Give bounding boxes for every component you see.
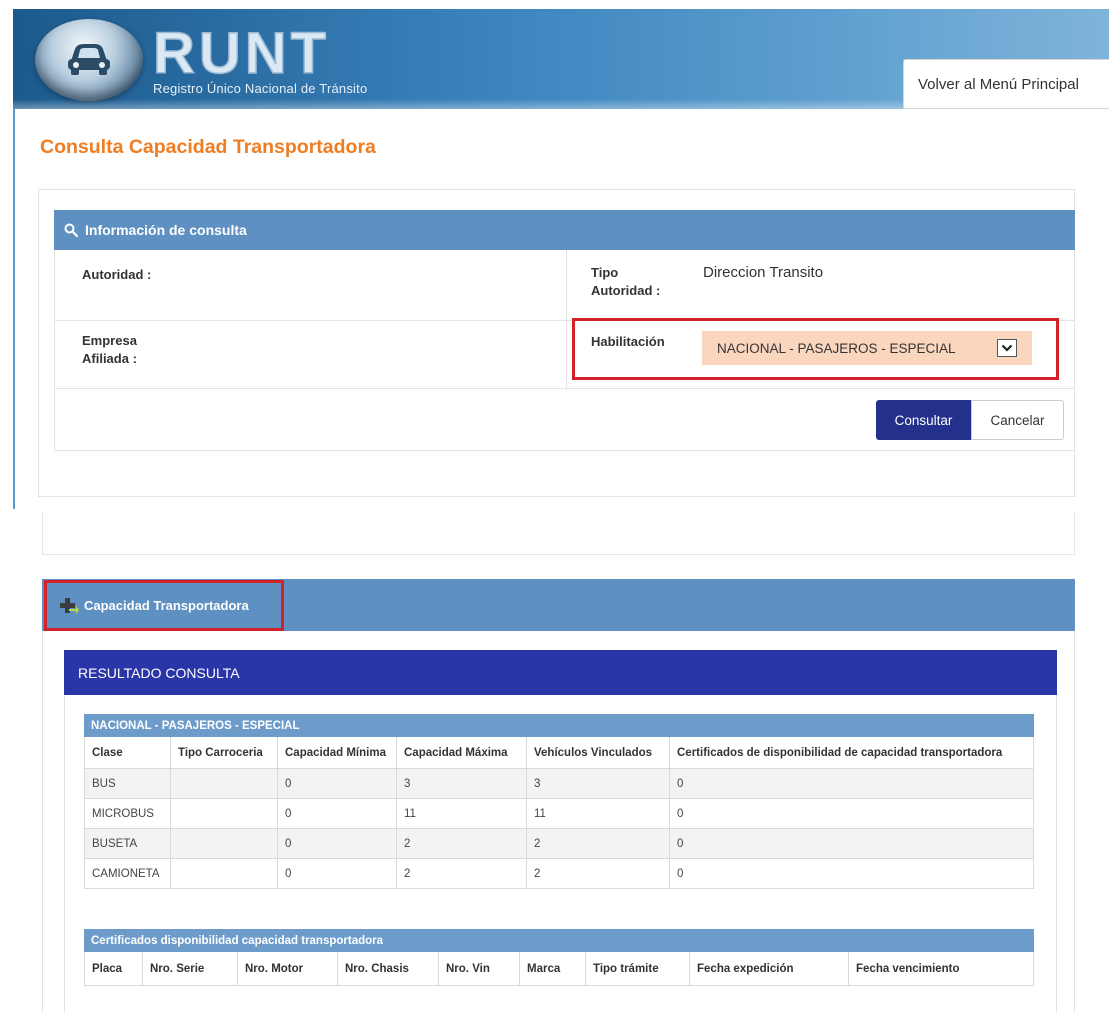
column-header: Tipo trámite (585, 951, 690, 986)
column-header: Vehículos Vinculados (526, 736, 670, 769)
runt-logo-emblem (35, 19, 143, 101)
back-to-main-menu-link[interactable]: Volver al Menú Principal (903, 59, 1109, 109)
habilitacion-highlight: Habilitación NACIONAL - PASAJEROS - ESPE… (572, 318, 1059, 380)
runt-logo-wordmark: RUNT (153, 23, 330, 81)
form-row-autoridad: Autoridad : Tipo Autoridad : Direccion T… (55, 250, 1074, 321)
table-cell: 0 (277, 828, 397, 859)
table-cell (170, 798, 278, 829)
table-cell: 0 (277, 858, 397, 889)
table-row: BUSETA 0 2 2 0 (84, 828, 1034, 859)
car-icon (68, 44, 110, 75)
capacidad-panel-title: Capacidad Transportadora (84, 598, 249, 613)
autoridad-cell: Autoridad : (55, 250, 567, 320)
column-header: Placa (84, 951, 143, 986)
column-header: Marca (519, 951, 586, 986)
capacidad-table: NACIONAL - PASAJEROS - ESPECIAL Clase Ti… (84, 714, 1034, 889)
column-header: Fecha expedición (689, 951, 849, 986)
table-cell: 2 (526, 828, 670, 859)
certificados-table: Certificados disponibilidad capacidad tr… (84, 929, 1034, 986)
column-header: Capacidad Mínima (277, 736, 397, 769)
table-cell: 3 (526, 768, 670, 799)
form-row-empresa: Empresa Afiliada : Habilitación NACIONAL… (55, 318, 1074, 389)
table-cell: 3 (396, 768, 527, 799)
table-cell (170, 858, 278, 889)
left-accent-rule (13, 109, 15, 509)
table-cell (170, 828, 278, 859)
column-header: Tipo Carroceria (170, 736, 278, 769)
table-cell: 11 (396, 798, 527, 829)
autoridad-label: Autoridad : (82, 267, 152, 282)
consultar-button[interactable]: Consultar (876, 400, 971, 440)
table-row: BUS 0 3 3 0 (84, 768, 1034, 799)
habilitacion-label: Habilitación (591, 334, 665, 349)
table-cell: 0 (669, 768, 1034, 799)
table-cell: 0 (669, 828, 1034, 859)
column-header: Certificados de disponibilidad de capaci… (669, 736, 1034, 769)
certificados-table-header-row: Placa Nro. Serie Nro. Motor Nro. Chasis … (84, 951, 1034, 986)
plus-icon (60, 597, 79, 614)
consulta-panel-header: Información de consulta (54, 210, 1075, 250)
table-cell: 2 (526, 858, 670, 889)
column-header: Nro. Chasis (337, 951, 439, 986)
resultado-header: RESULTADO CONSULTA (64, 650, 1057, 695)
consulta-panel-title: Información de consulta (85, 222, 247, 238)
column-header: Capacidad Máxima (396, 736, 527, 769)
capacidad-table-caption: NACIONAL - PASAJEROS - ESPECIAL (84, 714, 1034, 737)
table-cell: 0 (277, 768, 397, 799)
chevron-down-icon (1001, 344, 1013, 352)
search-icon (64, 223, 78, 237)
cancelar-button[interactable]: Cancelar (971, 400, 1064, 440)
column-header: Nro. Motor (237, 951, 338, 986)
empresa-afiliada-label: Empresa Afiliada : (82, 333, 137, 366)
table-row: MICROBUS 0 11 11 0 (84, 798, 1034, 829)
table-cell: 11 (526, 798, 670, 829)
page-title: Consulta Capacidad Transportadora (40, 136, 376, 158)
table-row: CAMIONETA 0 2 2 0 (84, 858, 1034, 889)
tipo-autoridad-cell: Tipo Autoridad : Direccion Transito (567, 250, 1074, 320)
empresa-cell: Empresa Afiliada : (55, 321, 567, 388)
certificados-table-caption: Certificados disponibilidad capacidad tr… (84, 929, 1034, 952)
habilitacion-select[interactable]: NACIONAL - PASAJEROS - ESPECIAL (702, 331, 1032, 365)
table-cell: CAMIONETA (84, 858, 171, 889)
dropdown-button[interactable] (997, 339, 1017, 357)
table-cell: 0 (669, 858, 1034, 889)
capacidad-table-header-row: Clase Tipo Carroceria Capacidad Mínima C… (84, 736, 1034, 769)
table-cell: 0 (669, 798, 1034, 829)
consulta-form: Autoridad : Tipo Autoridad : Direccion T… (54, 250, 1075, 451)
logo-subtitle: Registro Único Nacional de Tránsito (153, 81, 368, 96)
table-cell: 2 (396, 828, 527, 859)
table-cell: 0 (277, 798, 397, 829)
tipo-autoridad-label: Tipo Autoridad : (591, 265, 661, 298)
table-cell: BUSETA (84, 828, 171, 859)
habilitacion-selected-value: NACIONAL - PASAJEROS - ESPECIAL (717, 340, 956, 356)
form-actions: Consultar Cancelar (55, 389, 1074, 451)
column-header: Clase (84, 736, 171, 769)
capacidad-toggle[interactable]: Capacidad Transportadora (44, 580, 284, 631)
column-header: Nro. Serie (142, 951, 238, 986)
table-cell: 2 (396, 858, 527, 889)
svg-text:RUNT: RUNT (153, 23, 330, 81)
habilitacion-cell: Habilitación NACIONAL - PASAJEROS - ESPE… (567, 318, 1074, 388)
column-header: Fecha vencimiento (848, 951, 1034, 986)
table-cell (170, 768, 278, 799)
section-separator (42, 513, 1075, 555)
table-cell: MICROBUS (84, 798, 171, 829)
table-cell: BUS (84, 768, 171, 799)
tipo-autoridad-value: Direccion Transito (703, 264, 824, 281)
column-header: Nro. Vin (438, 951, 520, 986)
